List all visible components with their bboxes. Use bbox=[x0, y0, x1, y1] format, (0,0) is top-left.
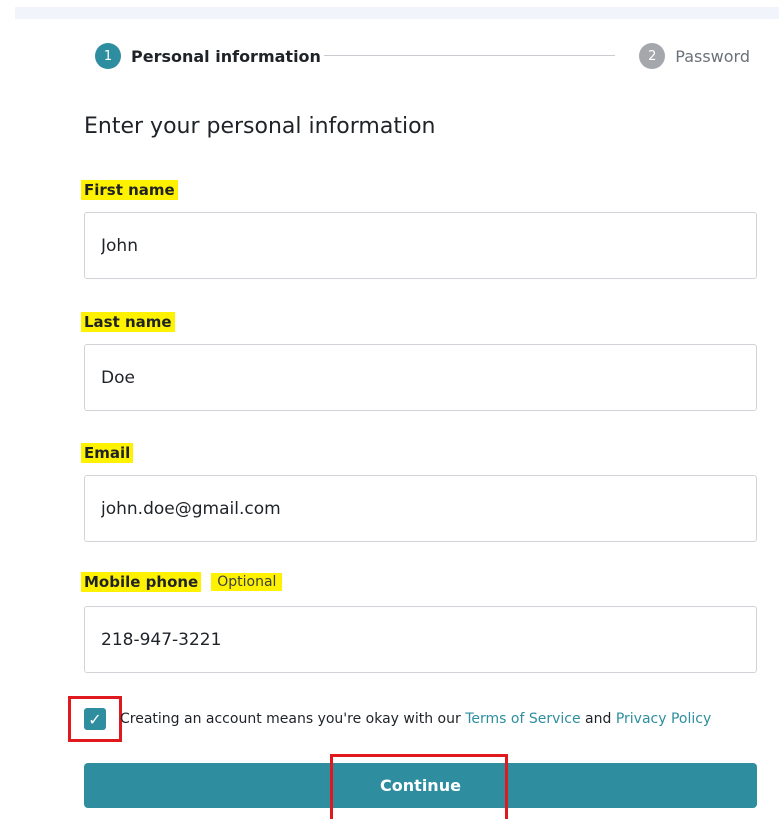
email-input[interactable] bbox=[84, 475, 757, 542]
mobile-phone-label-text: Mobile phone bbox=[81, 572, 202, 592]
step-label-2: Password bbox=[675, 46, 750, 66]
email-label-text: Email bbox=[81, 443, 134, 463]
first-name-input[interactable] bbox=[84, 212, 757, 279]
last-name-label-text: Last name bbox=[81, 312, 175, 332]
continue-button[interactable]: Continue bbox=[84, 763, 757, 808]
agreement-text-before: Creating an account means you're okay wi… bbox=[120, 711, 466, 727]
step-number-2: 2 bbox=[639, 43, 666, 69]
agreement-text-and: and bbox=[580, 711, 616, 727]
step-personal-information: 1 Personal information bbox=[95, 43, 321, 69]
step-connector bbox=[324, 55, 615, 56]
first-name-label: First name bbox=[81, 180, 178, 200]
terms-agreement-text: Creating an account means you're okay wi… bbox=[120, 711, 711, 727]
step-number-1: 1 bbox=[95, 43, 121, 69]
terms-checkbox[interactable]: ✓ bbox=[84, 708, 106, 730]
mobile-phone-input[interactable] bbox=[84, 606, 757, 673]
check-icon: ✓ bbox=[88, 709, 102, 729]
terms-agreement-row: ✓ Creating an account means you're okay … bbox=[68, 696, 711, 742]
email-label: Email bbox=[81, 443, 134, 463]
step-label-1: Personal information bbox=[131, 46, 321, 66]
optional-tag: Optional bbox=[211, 573, 283, 591]
privacy-policy-link[interactable]: Privacy Policy bbox=[616, 711, 711, 727]
mobile-phone-label: Mobile phone Optional bbox=[81, 572, 283, 592]
progress-stepper: 1 Personal information 2 Password bbox=[95, 43, 750, 69]
step-password: 2 Password bbox=[639, 43, 750, 69]
top-bar bbox=[15, 7, 779, 19]
checkbox-annotation-box: ✓ bbox=[68, 696, 122, 742]
last-name-label: Last name bbox=[81, 312, 175, 332]
terms-of-service-link[interactable]: Terms of Service bbox=[465, 711, 580, 727]
first-name-label-text: First name bbox=[81, 180, 178, 200]
last-name-input[interactable] bbox=[84, 344, 757, 411]
page-title: Enter your personal information bbox=[84, 114, 436, 139]
